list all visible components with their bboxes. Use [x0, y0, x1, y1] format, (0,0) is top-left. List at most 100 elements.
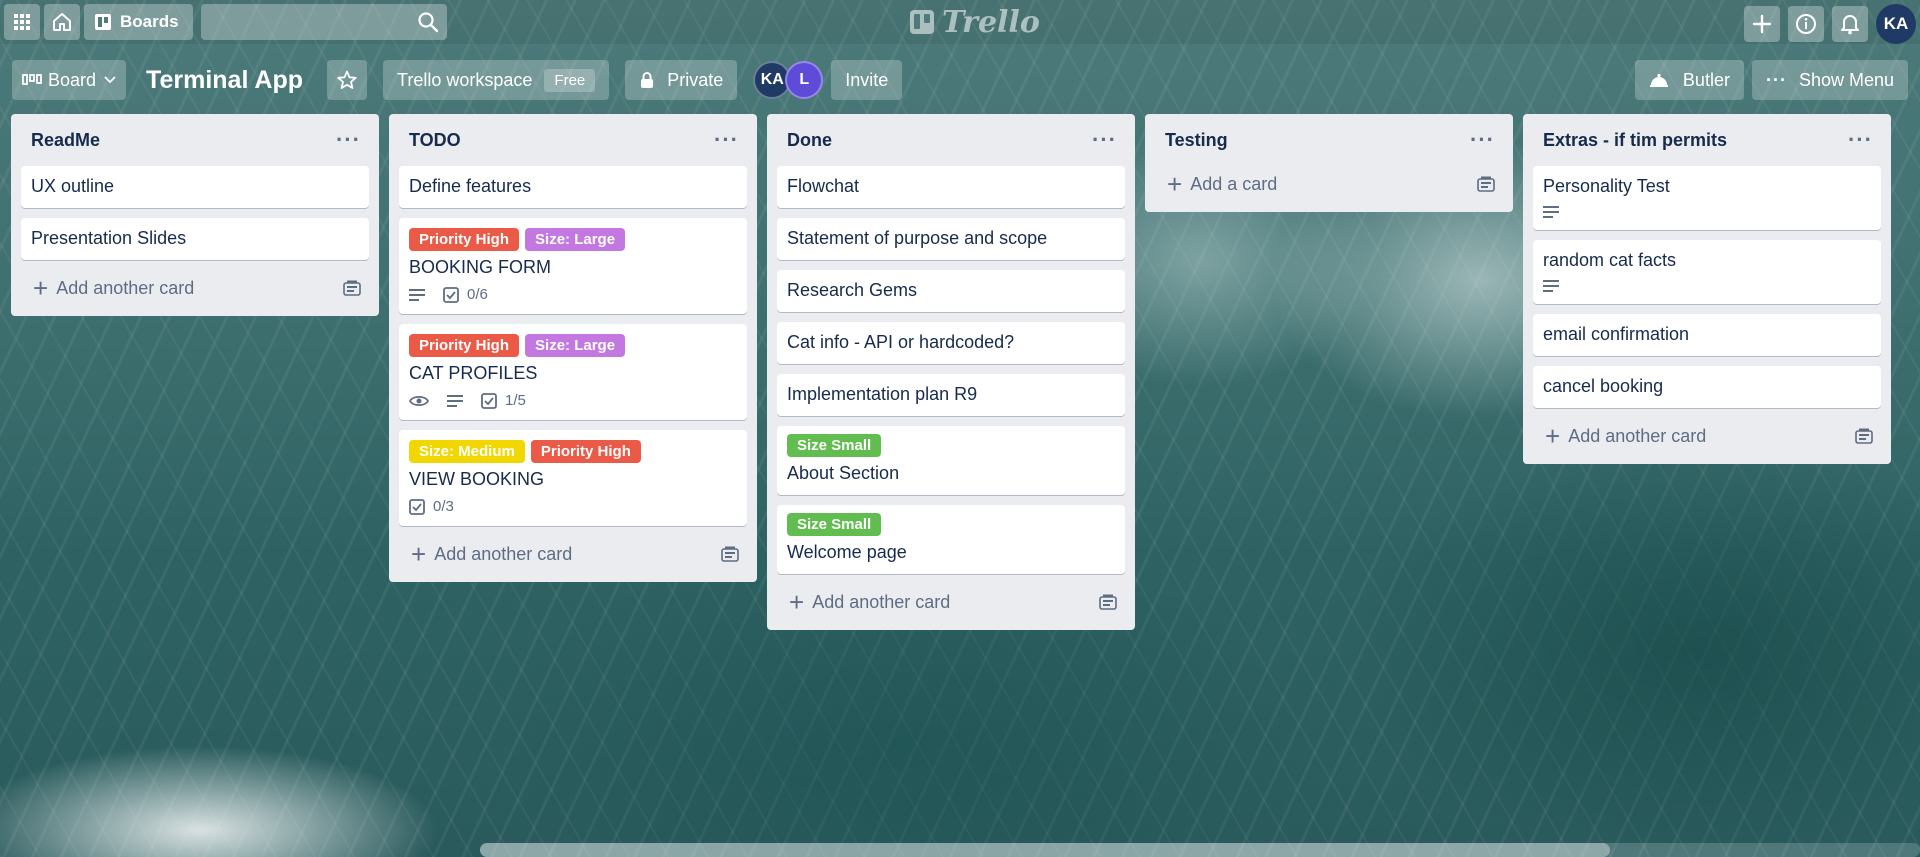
- trello-logo[interactable]: Trello: [910, 5, 1040, 40]
- list-done: Done ··· Flowchat Statement of purpose a…: [767, 114, 1135, 630]
- list-menu-icon[interactable]: ···: [1848, 127, 1873, 153]
- card-labels: Size Small: [787, 513, 1115, 536]
- card[interactable]: Presentation Slides: [21, 218, 369, 260]
- description-icon: [1543, 280, 1559, 292]
- card-labels: Size Small: [787, 434, 1115, 457]
- add-card-row: + Add another card: [399, 536, 747, 572]
- list-title[interactable]: ReadMe: [31, 130, 100, 151]
- card[interactable]: Flowchat: [777, 166, 1125, 208]
- create-button[interactable]: [1744, 6, 1780, 42]
- card[interactable]: Size Small About Section: [777, 426, 1125, 495]
- invite-button[interactable]: Invite: [831, 60, 903, 100]
- card-title: VIEW BOOKING: [409, 469, 545, 489]
- show-menu-button[interactable]: ··· Show Menu: [1751, 60, 1908, 100]
- template-icon[interactable]: [1855, 428, 1873, 444]
- card-label[interactable]: Priority High: [409, 228, 520, 251]
- card[interactable]: email confirmation: [1533, 314, 1881, 356]
- card[interactable]: Size Small Welcome page: [777, 505, 1125, 574]
- add-card-button[interactable]: + Add a card: [1167, 171, 1277, 197]
- add-card-row: + Add another card: [1533, 418, 1881, 454]
- search-input[interactable]: [200, 4, 447, 40]
- butler-button[interactable]: Butler: [1634, 60, 1744, 100]
- plus-icon: +: [33, 273, 49, 303]
- card-title: Flowchat: [787, 176, 860, 196]
- plus-icon: +: [411, 539, 427, 569]
- scrollbar-thumb[interactable]: [480, 843, 1610, 857]
- card[interactable]: Cat info - API or hardcoded?: [777, 322, 1125, 364]
- list-title[interactable]: TODO: [409, 130, 461, 151]
- info-button[interactable]: [1788, 6, 1824, 42]
- card[interactable]: Priority High Size: Large CAT PROFILES 1…: [399, 324, 747, 420]
- boards-button[interactable]: Boards: [84, 4, 193, 40]
- user-avatar[interactable]: KA: [1876, 4, 1916, 44]
- member-avatar[interactable]: L: [785, 61, 824, 99]
- card-badges: 0/3: [409, 498, 737, 515]
- card-title: random cat facts: [1543, 250, 1677, 270]
- star-icon: [337, 70, 357, 89]
- notifications-button[interactable]: [1832, 6, 1868, 42]
- list-menu-icon[interactable]: ···: [1092, 127, 1117, 153]
- trello-logo-icon: [910, 10, 934, 34]
- card-label[interactable]: Size: Large: [525, 228, 626, 251]
- board-view-icon: [22, 74, 42, 85]
- card-badges: [1543, 279, 1871, 293]
- search-icon[interactable]: [417, 11, 439, 33]
- add-card-button[interactable]: + Add another card: [411, 541, 572, 567]
- card-label[interactable]: Priority High: [530, 440, 641, 463]
- template-icon[interactable]: [721, 546, 739, 562]
- home-button[interactable]: [44, 4, 80, 40]
- board-view-switcher[interactable]: Board: [12, 60, 127, 100]
- card[interactable]: Priority High Size: Large BOOKING FORM 0…: [399, 218, 747, 314]
- card[interactable]: random cat facts: [1533, 240, 1881, 304]
- card[interactable]: cancel booking: [1533, 366, 1881, 408]
- top-navigation-bar: Boards Trello KA: [0, 0, 1920, 44]
- card-label[interactable]: Size: Medium: [409, 440, 525, 463]
- card-label[interactable]: Size Small: [787, 513, 882, 536]
- list-header: Done ···: [777, 114, 1125, 166]
- card[interactable]: Implementation plan R9: [777, 374, 1125, 416]
- template-icon[interactable]: [343, 280, 361, 296]
- butler-bell-icon: [1649, 73, 1668, 87]
- list-title[interactable]: Extras - if tim permits: [1543, 130, 1727, 151]
- card-badges: 0/6: [409, 286, 737, 303]
- card-labels: Priority High Size: Large: [409, 334, 737, 357]
- card-title: BOOKING FORM: [409, 257, 552, 277]
- list-title[interactable]: Testing: [1165, 130, 1228, 151]
- card[interactable]: Personality Test: [1533, 166, 1881, 230]
- list-title[interactable]: Done: [787, 130, 832, 151]
- card[interactable]: Statement of purpose and scope: [777, 218, 1125, 260]
- lock-icon: [641, 72, 654, 88]
- add-card-button[interactable]: + Add another card: [789, 589, 950, 615]
- add-card-button[interactable]: + Add another card: [33, 275, 194, 301]
- list-menu-icon[interactable]: ···: [1470, 127, 1495, 153]
- card-title: Welcome page: [787, 542, 907, 562]
- workspace-button[interactable]: Trello workspace Free: [383, 60, 610, 100]
- list-header: Testing ···: [1155, 114, 1503, 166]
- home-icon: [53, 13, 71, 31]
- card-label[interactable]: Priority High: [409, 334, 520, 357]
- card[interactable]: Define features: [399, 166, 747, 208]
- template-icon[interactable]: [1477, 176, 1495, 192]
- list-menu-icon[interactable]: ···: [714, 127, 739, 153]
- card-title: Implementation plan R9: [787, 384, 978, 404]
- add-card-button[interactable]: + Add another card: [1545, 423, 1706, 449]
- card[interactable]: UX outline: [21, 166, 369, 208]
- card[interactable]: Research Gems: [777, 270, 1125, 312]
- add-card-row: + Add another card: [21, 270, 369, 306]
- card-title: Research Gems: [787, 280, 918, 300]
- board-title[interactable]: Terminal App: [146, 66, 303, 95]
- visibility-button[interactable]: Private: [625, 60, 738, 100]
- list-todo: TODO ··· Define features Priority High S…: [389, 114, 757, 582]
- board-icon: [95, 14, 111, 30]
- list-menu-icon[interactable]: ···: [336, 127, 361, 153]
- add-card-row: + Add a card: [1155, 166, 1503, 202]
- eye-icon: [409, 395, 429, 406]
- star-button[interactable]: [327, 60, 368, 100]
- card-label[interactable]: Size Small: [787, 434, 882, 457]
- card[interactable]: Size: Medium Priority High VIEW BOOKING …: [399, 430, 747, 526]
- add-card-label: Add another card: [56, 277, 195, 298]
- template-icon[interactable]: [1099, 594, 1117, 610]
- add-card-label: Add another card: [1568, 425, 1707, 446]
- card-label[interactable]: Size: Large: [525, 334, 626, 357]
- apps-button[interactable]: [4, 4, 40, 40]
